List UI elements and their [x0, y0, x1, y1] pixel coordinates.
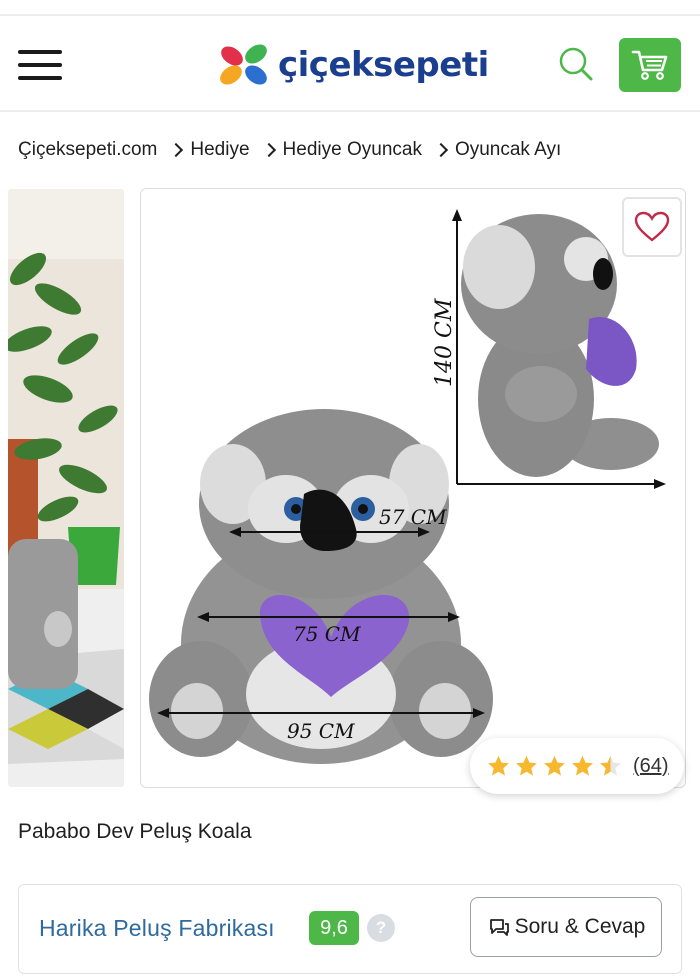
breadcrumb-item[interactable]: Hediye — [167, 139, 250, 161]
seller-name-link[interactable]: Harika Peluş Fabrikası — [39, 915, 275, 942]
star-icon — [488, 755, 509, 776]
breadcrumb-item[interactable]: Oyuncak Ayı — [432, 139, 561, 161]
cart-icon — [631, 50, 668, 80]
star-icon — [516, 755, 537, 776]
body-measurement: 75 CM — [293, 622, 361, 646]
help-icon[interactable]: ? — [367, 914, 395, 942]
rating-badge[interactable]: (64) — [470, 738, 684, 794]
product-main-image[interactable]: 140 CM 57 CM 75 CM 95 CM — [140, 188, 686, 788]
site-header: çiçeksepeti — [0, 16, 700, 112]
search-icon[interactable] — [556, 44, 596, 84]
question-answer-button[interactable]: Soru & Cevap — [470, 897, 662, 957]
koala-front-view — [149, 409, 493, 764]
chevron-right-icon — [261, 142, 276, 158]
height-measurement: 140 CM — [432, 298, 457, 387]
breadcrumb: Çiçeksepeti.com Hediye Hediye Oyuncak Oy… — [18, 138, 561, 162]
flower-logo-icon — [220, 44, 267, 85]
breadcrumb-item[interactable]: Çiçeksepeti.com — [18, 139, 157, 161]
star-icon — [544, 755, 565, 776]
brand-name: çiçeksepeti — [278, 45, 489, 85]
seller-score-badge: 9,6 — [309, 911, 359, 945]
chat-bubble-icon — [489, 919, 509, 936]
breadcrumb-item[interactable]: Hediye Oyuncak — [260, 139, 422, 161]
review-count-link[interactable]: (64) — [633, 755, 669, 778]
question-answer-label: Soru & Cevap — [514, 915, 646, 938]
brand-logo[interactable]: çiçeksepeti — [218, 40, 489, 90]
cart-button[interactable] — [619, 38, 681, 92]
heart-icon — [634, 211, 670, 242]
product-title: Pababo Dev Peluş Koala — [18, 820, 252, 843]
hamburger-menu-icon[interactable] — [18, 48, 64, 82]
half-star-icon — [600, 755, 621, 776]
chevron-right-icon — [169, 142, 184, 158]
rating-stars — [486, 754, 623, 778]
width-measurement: 95 CM — [287, 719, 355, 743]
head-measurement: 57 CM — [379, 505, 447, 529]
gallery-thumbnail[interactable] — [8, 189, 124, 787]
chevron-right-icon — [433, 142, 449, 158]
seller-card: Harika Peluş Fabrikası 9,6 ? Soru & Ceva… — [18, 884, 682, 974]
favorite-button[interactable] — [622, 197, 682, 257]
star-icon — [572, 755, 593, 776]
